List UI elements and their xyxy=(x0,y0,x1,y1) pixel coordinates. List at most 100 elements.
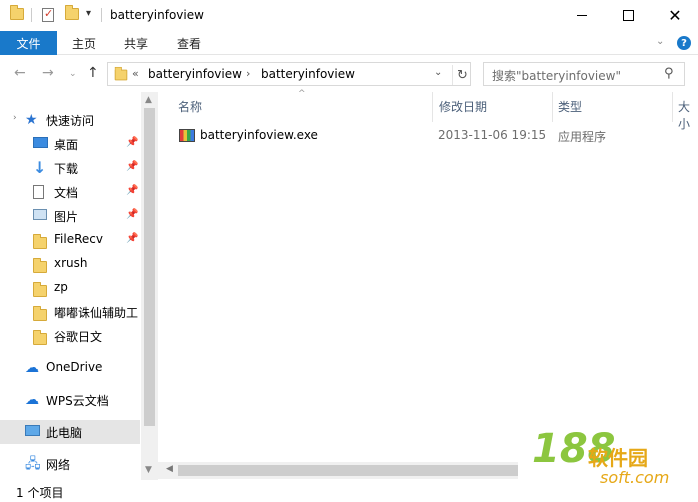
breadcrumb-separator-icon[interactable]: › xyxy=(246,67,250,80)
nav-label: FileRecv xyxy=(54,232,103,246)
search-icon[interactable]: ⚲ xyxy=(664,66,674,81)
new-folder-icon[interactable] xyxy=(65,5,79,20)
nav-label: 图片 xyxy=(54,210,79,224)
tab-home[interactable]: 主页 xyxy=(72,31,96,55)
nav-label: WPS云文档 xyxy=(46,394,109,408)
help-icon[interactable]: ? xyxy=(677,36,691,50)
navigation-scrollbar[interactable]: ▲ ▼ xyxy=(141,92,158,480)
nav-label: 网络 xyxy=(46,458,71,472)
column-header-type[interactable]: 类型 xyxy=(558,98,582,115)
nav-item-pictures[interactable]: 图片 📌 xyxy=(0,204,140,228)
column-divider[interactable] xyxy=(672,92,673,122)
quick-access-separator xyxy=(31,8,32,22)
up-arrow-icon[interactable]: ↑ xyxy=(87,65,99,81)
nav-network[interactable]: 🖧 网络 xyxy=(0,452,140,476)
nav-item-downloads[interactable]: ↓ 下载 📌 xyxy=(0,156,140,180)
column-divider[interactable] xyxy=(432,92,433,122)
file-modified: 2013-11-06 19:15 xyxy=(438,128,547,142)
nav-item-filerecv[interactable]: FileRecv 📌 xyxy=(0,228,140,252)
column-header-size[interactable]: 大小 xyxy=(678,98,698,132)
address-history-dropdown-icon[interactable]: ⌄ xyxy=(434,67,442,78)
address-bar[interactable]: « batteryinfoview › batteryinfoview ⌄ ↻ xyxy=(107,62,471,86)
nav-label: 快速访问 xyxy=(46,114,95,128)
computer-icon xyxy=(25,425,41,439)
network-icon: 🖧 xyxy=(25,456,41,472)
folder-icon xyxy=(33,258,49,275)
back-arrow-icon[interactable]: ← xyxy=(14,65,26,81)
cloud-icon: ☁ xyxy=(25,392,39,408)
scroll-up-icon[interactable]: ▲ xyxy=(145,95,152,105)
title-bar: ▾ batteryinfoview ✕ xyxy=(0,0,698,31)
quick-access-separator xyxy=(101,8,102,22)
folder-icon xyxy=(33,282,49,299)
pin-icon: 📌 xyxy=(126,209,139,220)
table-row[interactable]: batteryinfoview.exe 2013-11-06 19:15 应用程… xyxy=(176,126,676,146)
file-list: 名称 ^ 修改日期 类型 大小 batteryinfoview.exe 2013… xyxy=(158,89,698,462)
nav-wps-cloud[interactable]: ☁ WPS云文档 xyxy=(0,388,140,412)
column-divider[interactable] xyxy=(552,92,553,122)
desktop-icon xyxy=(33,137,49,151)
breadcrumb-item[interactable]: batteryinfoview xyxy=(148,67,242,81)
column-header-modified[interactable]: 修改日期 xyxy=(439,98,487,115)
ribbon-tabs: 文件 主页 共享 查看 ⌄ ? xyxy=(0,31,698,55)
maximize-button[interactable] xyxy=(605,0,651,31)
nav-label: OneDrive xyxy=(46,360,103,374)
column-header-name[interactable]: 名称 xyxy=(178,98,202,115)
cloud-icon: ☁ xyxy=(25,360,39,376)
navigation-pane: › ★ 快速访问 桌面 📌 ↓ 下载 📌 文档 📌 图片 📌 FileRecv … xyxy=(0,92,158,480)
pin-icon: 📌 xyxy=(126,161,139,172)
breadcrumb-item[interactable]: batteryinfoview xyxy=(261,67,355,81)
nav-label: 桌面 xyxy=(54,138,79,152)
close-button[interactable]: ✕ xyxy=(652,0,698,31)
sort-ascending-icon: ^ xyxy=(298,89,306,99)
forward-arrow-icon[interactable]: → xyxy=(42,65,54,81)
minimize-button[interactable] xyxy=(559,0,605,31)
breadcrumb-overflow-icon[interactable]: « xyxy=(132,67,139,80)
nav-item-zp[interactable]: zp xyxy=(0,276,140,300)
pin-icon: 📌 xyxy=(126,233,139,244)
nav-item-desktop[interactable]: 桌面 📌 xyxy=(0,132,140,156)
nav-quick-access[interactable]: › ★ 快速访问 xyxy=(0,108,140,132)
nav-item-documents[interactable]: 文档 📌 xyxy=(0,180,140,204)
nav-onedrive[interactable]: ☁ OneDrive xyxy=(0,356,140,380)
search-placeholder: 搜索"batteryinfoview" xyxy=(492,69,621,83)
properties-icon[interactable] xyxy=(42,7,54,22)
recent-locations-icon[interactable]: ⌄ xyxy=(69,69,77,79)
tab-share[interactable]: 共享 xyxy=(124,31,148,55)
nav-item-dudu[interactable]: 嘟嘟诛仙辅助工 xyxy=(0,300,140,324)
scroll-left-icon[interactable]: ◀ xyxy=(166,464,173,474)
scrollbar-thumb[interactable] xyxy=(178,465,518,476)
expand-icon[interactable]: › xyxy=(13,113,17,123)
watermark-logo: 188 软件园 soft.com xyxy=(518,422,698,502)
scroll-down-icon[interactable]: ▼ xyxy=(145,465,152,475)
folder-icon xyxy=(33,306,49,323)
pin-icon: 📌 xyxy=(126,137,139,148)
expand-ribbon-icon[interactable]: ⌄ xyxy=(656,36,664,47)
nav-label: 嘟嘟诛仙辅助工 xyxy=(54,306,139,320)
folder-icon xyxy=(33,234,49,251)
star-icon: ★ xyxy=(25,112,38,128)
nav-label: 谷歌日文 xyxy=(54,330,103,344)
watermark-brand: 软件园 xyxy=(588,446,648,470)
nav-label: 此电脑 xyxy=(46,426,83,440)
search-input[interactable]: 搜索"batteryinfoview" ⚲ xyxy=(483,62,685,86)
folder-icon xyxy=(10,5,24,20)
battery-app-icon xyxy=(179,129,195,142)
tab-file[interactable]: 文件 xyxy=(0,31,57,55)
tab-view[interactable]: 查看 xyxy=(177,31,201,55)
nav-label: 下载 xyxy=(54,162,79,176)
scrollbar-thumb[interactable] xyxy=(144,108,155,426)
watermark-url: soft.com xyxy=(600,468,670,487)
nav-this-pc[interactable]: 此电脑 xyxy=(0,420,140,444)
nav-item-xrush[interactable]: xrush xyxy=(0,252,140,276)
nav-label: 文档 xyxy=(54,186,79,200)
file-type: 应用程序 xyxy=(558,130,607,144)
customize-quick-access-icon[interactable]: ▾ xyxy=(86,8,91,19)
refresh-icon[interactable]: ↻ xyxy=(452,65,472,85)
document-icon xyxy=(33,185,49,199)
nav-item-google-japanese[interactable]: 谷歌日文 xyxy=(0,324,140,348)
nav-label: zp xyxy=(54,280,68,294)
download-icon: ↓ xyxy=(33,158,47,177)
file-name: batteryinfoview.exe xyxy=(200,128,318,142)
window-title: batteryinfoview xyxy=(110,8,204,22)
